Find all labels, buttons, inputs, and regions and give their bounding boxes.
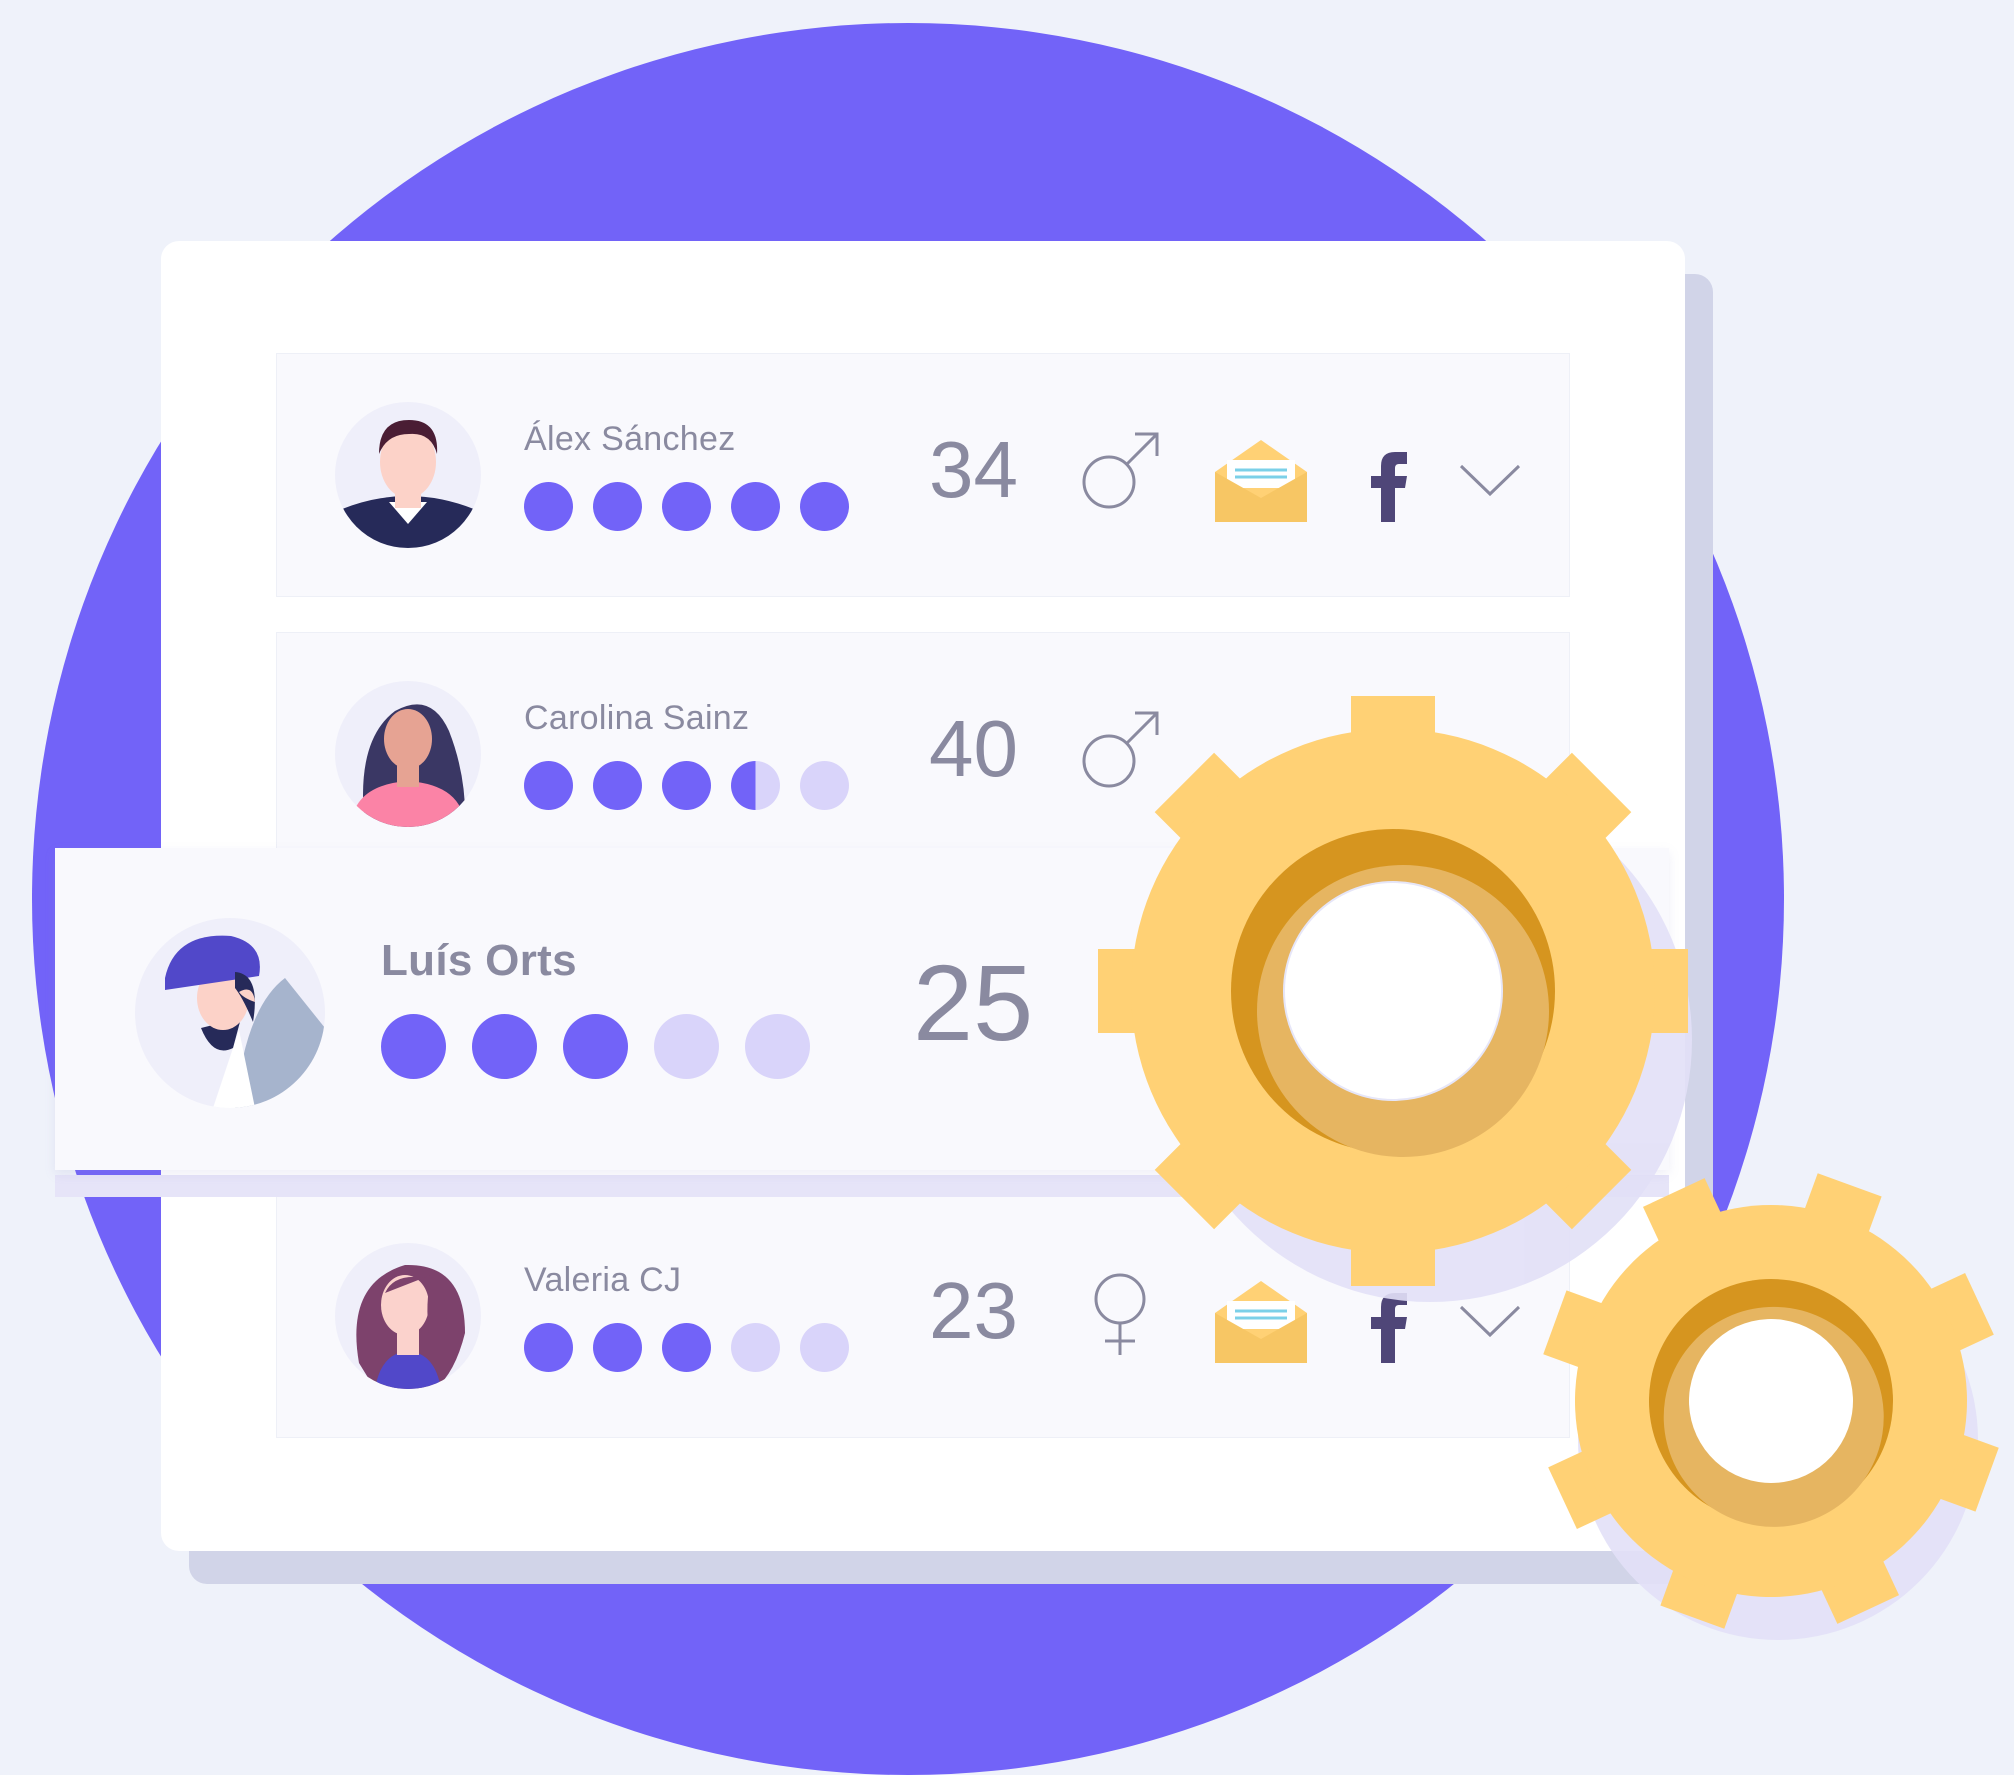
rating-dot: [654, 1014, 719, 1079]
rating-dot: [731, 1323, 780, 1372]
avatar: [335, 681, 481, 827]
rating-dot: [745, 1014, 810, 1079]
user-age: 40: [929, 704, 1018, 793]
avatar: [135, 918, 325, 1108]
rating-dot: [593, 761, 642, 810]
rating-dot: [593, 482, 642, 531]
user-name: Álex Sánchez: [524, 420, 736, 458]
user-name: Luís Orts: [381, 936, 577, 985]
envelope-icon[interactable]: [1215, 436, 1307, 524]
rating-dot: [731, 482, 780, 531]
rating-dot: [524, 482, 573, 531]
rating-dots: [524, 761, 849, 810]
user-row[interactable]: Álex Sánchez 34: [276, 353, 1570, 597]
gears-illustration: [1098, 696, 1999, 1640]
rating-dot: [381, 1014, 446, 1079]
user-name: Valeria CJ: [524, 1261, 682, 1299]
user-age: 25: [913, 942, 1034, 1063]
user-age: 34: [929, 425, 1018, 514]
rating-dot: [800, 1323, 849, 1372]
rating-dot: [662, 1323, 711, 1372]
rating-dot: [524, 1323, 573, 1372]
rating-dot: [662, 482, 711, 531]
male-symbol-icon: [1082, 432, 1159, 509]
rating-dot: [800, 482, 849, 531]
rating-dot: [662, 761, 711, 810]
user-age: 23: [929, 1266, 1018, 1355]
rating-dot: [731, 761, 780, 810]
rating-dot: [593, 1323, 642, 1372]
rating-dot: [524, 761, 573, 810]
rating-dots: [381, 1014, 810, 1079]
gear-icon-large: [1098, 696, 1688, 1286]
chevron-down-icon[interactable]: [1457, 460, 1523, 500]
avatar: [335, 1243, 481, 1389]
rating-dots: [524, 482, 849, 531]
rating-dot: [472, 1014, 537, 1079]
facebook-icon[interactable]: [1367, 450, 1411, 522]
rating-dot: [563, 1014, 628, 1079]
avatar: [335, 402, 481, 548]
rating-dot: [800, 761, 849, 810]
user-name: Carolina Sainz: [524, 699, 750, 737]
rating-dots: [524, 1323, 849, 1372]
